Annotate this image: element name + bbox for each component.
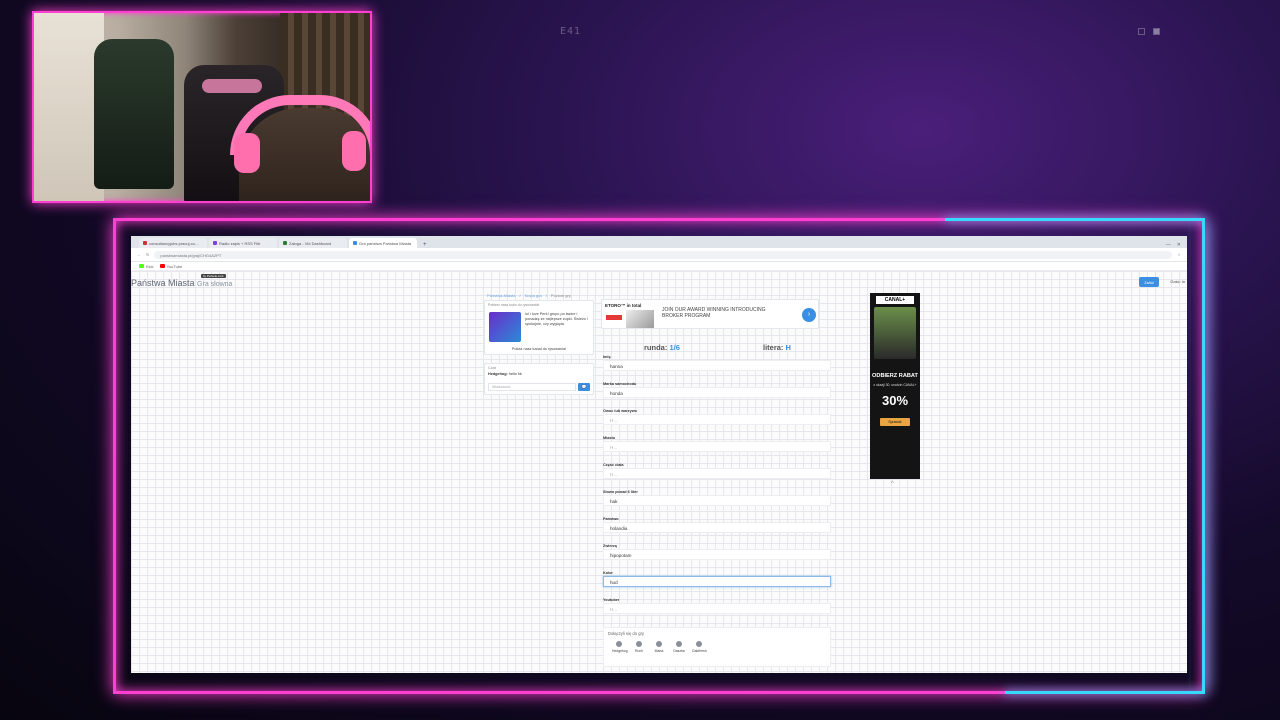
player-item: Marta: [652, 641, 666, 653]
chat-input[interactable]: Wiadomość: [488, 383, 576, 391]
field-car-brand: Marka samochodu honda: [603, 382, 831, 409]
breadcrumb-item[interactable]: Nowa gra: [525, 293, 542, 298]
new-tab-button[interactable]: +: [419, 242, 431, 248]
chat-box: Czat Hedgehog: hello kk Wiadomość 💬: [484, 363, 594, 395]
tab-bar: consultancyjobs.pracuj.co… Radio zapis +…: [131, 236, 1187, 248]
field-long-word: Słowo ponad 6 liter hak: [603, 490, 831, 517]
avatar-icon: [676, 641, 682, 647]
field-fruit-vegetable: Owoc lub warzywo H...: [603, 409, 831, 436]
guest-label: Gość: ln: [1170, 279, 1185, 284]
site-brand[interactable]: Państwa Miasta Gra słowna by Perkele.Lin…: [131, 274, 232, 288]
favicon-icon: [353, 241, 357, 245]
field-animal: Zwierzę hipopotam: [603, 544, 831, 571]
bookmarks-bar: Kick YouTube: [131, 262, 1187, 271]
browser-tab[interactable]: Zaloga - Vid Dashboard: [279, 238, 347, 248]
answer-form: Imię hanna Marka samochodu honda Owoc lub …: [603, 355, 831, 625]
favicon-icon: [143, 241, 147, 245]
reload-icon[interactable]: ↻: [146, 252, 149, 257]
player-item: Daszka: [672, 641, 686, 653]
breadcrumb-item: Poziom gry: [550, 293, 571, 298]
breadcrumb-item[interactable]: Państwa-Miasta: [487, 293, 515, 298]
browser-tab[interactable]: Radio zapis + RSS Filtr: [209, 238, 277, 248]
url-input[interactable]: panstwamiasta.pl/graj/CHG4A2PT: [154, 250, 1173, 259]
star-icon[interactable]: ☆: [1177, 252, 1181, 257]
field-body-part: Część ciała H...: [603, 463, 831, 490]
players-panel: Dołączyli się do gry Hedgehog Ruch Marta…: [603, 627, 831, 667]
ad-image: [874, 307, 916, 359]
chat-message: Hedgehog: hello kk: [488, 372, 522, 376]
game-page: Państwa Miasta Gra słowna by Perkele.Lin…: [131, 271, 1187, 673]
player-item: Ruch: [632, 641, 646, 653]
overlay-code: E41: [560, 26, 582, 37]
webcam-feed: [32, 11, 372, 203]
field-youtuber: Youtuber H...: [603, 598, 831, 625]
chevron-right-icon[interactable]: ›: [802, 308, 816, 322]
answer-input[interactable]: holandia: [603, 522, 831, 533]
browser-tab-active[interactable]: Gra państwa Państwa Miasta: [349, 238, 417, 248]
browser-window: consultancyjobs.pracuj.co… Radio zapis +…: [131, 236, 1187, 673]
send-button[interactable]: 💬: [578, 383, 590, 391]
answer-input[interactable]: hak: [603, 495, 831, 506]
overlay-squares: [1138, 28, 1160, 35]
field-name: Imię hanna: [603, 355, 831, 382]
ad-banner[interactable]: ETORO™ in total JOIN OUR AWARD WINNING I…: [601, 299, 819, 329]
avatar-icon: [616, 641, 622, 647]
side-ad[interactable]: CANAL+ ODBIERZ RABAT z okazji 30. urodzi…: [870, 293, 920, 479]
address-bar: ← ↻ panstwamiasta.pl/graj/CHG4A2PT ☆: [131, 248, 1187, 262]
answer-input[interactable]: H...: [603, 441, 831, 452]
answer-input[interactable]: hanna: [603, 360, 831, 371]
window-controls: — ✕: [1166, 242, 1187, 248]
player-item: Gabifresh: [692, 641, 707, 653]
answer-input[interactable]: honda: [603, 387, 831, 398]
join-button[interactable]: Załóż: [1139, 277, 1159, 287]
answer-input[interactable]: hud: [603, 576, 831, 587]
bookmark-item[interactable]: Kick: [139, 264, 154, 269]
bookmark-item[interactable]: YouTube: [159, 264, 182, 269]
breadcrumb: Państwa-Miasta / Nowa gra / Poziom gry: [487, 293, 571, 298]
chat-header: Czat: [488, 366, 496, 370]
field-color: Kolor hud: [603, 571, 831, 598]
banner-image: [626, 310, 654, 328]
back-icon[interactable]: ←: [137, 252, 141, 257]
browser-tab[interactable]: consultancyjobs.pracuj.co…: [139, 238, 207, 248]
answer-input[interactable]: H...: [603, 414, 831, 425]
chevron-up-icon[interactable]: ^: [891, 481, 894, 487]
promo-link[interactable]: Pokaż nasz kanał do rysowania!: [485, 347, 593, 351]
letter-indicator: litera: H: [763, 343, 791, 352]
answer-input[interactable]: H...: [603, 603, 831, 614]
favicon-icon: [213, 241, 217, 245]
field-city: Miasto H...: [603, 436, 831, 463]
avatar-icon: [696, 641, 702, 647]
avatar-icon: [656, 641, 662, 647]
favicon-icon: [283, 241, 287, 245]
field-country: Państwo holandia: [603, 517, 831, 544]
answer-input[interactable]: H...: [603, 468, 831, 479]
close-icon[interactable]: ✕: [1177, 242, 1181, 248]
answer-input[interactable]: hipopotam: [603, 549, 831, 560]
player-item: Hedgehog: [612, 641, 628, 653]
ad-cta-button[interactable]: Sprawdź: [880, 418, 910, 426]
promo-image[interactable]: [489, 312, 521, 342]
avatar-icon: [636, 641, 642, 647]
promo-card: Pobierz nasz kolor do rysowania! lol i l…: [484, 300, 594, 355]
minimize-icon[interactable]: —: [1166, 242, 1171, 248]
round-indicator: runda: 1/6: [644, 343, 680, 352]
